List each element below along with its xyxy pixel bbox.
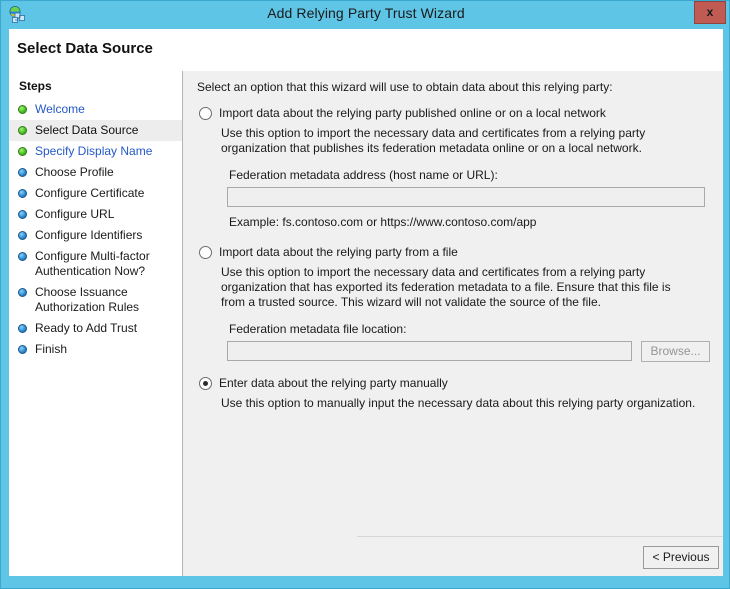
description-import-file: Use this option to import the necessary … [221,265,671,309]
sidebar-step-label: Select Data Source [35,123,139,137]
step-bullet-blue-icon [18,210,27,219]
radio-label-import-file: Import data about the relying party from… [219,245,458,259]
field-row-metadata-address [227,187,711,207]
sidebar-step-0[interactable]: Welcome [9,99,182,120]
radio-label-import-online: Import data about the relying party publ… [219,106,606,120]
step-bullet-green-icon [18,126,27,135]
steps-heading: Steps [19,79,52,93]
option-manual: Enter data about the relying party manua… [197,376,711,411]
radio-icon-import-file [199,246,212,259]
sidebar-step-label: Choose Profile [35,165,114,179]
sidebar-step-3: Choose Profile [9,162,182,183]
step-bullet-blue-icon [18,189,27,198]
description-import-online: Use this option to import the necessary … [221,126,646,155]
sidebar-step-1: Select Data Source [9,120,182,141]
radio-import-file[interactable]: Import data about the relying party from… [197,245,711,261]
browse-button[interactable]: Browse... [641,341,710,362]
page-header: Select Data Source [9,29,723,71]
sidebar-step-label: Welcome [35,102,85,116]
hint-metadata-address: Example: fs.contoso.com or https://www.c… [229,215,537,229]
sidebar-step-label: Choose Issuance Authorization Rules [35,285,140,314]
dialog-footer: < Previous Next > Cancel [357,536,723,576]
sidebar-step-label: Finish [35,342,68,356]
wizard-body: Steps Welcome Select Data Source Specify D… [9,71,723,576]
instruction-text: Select an option that this wizard will u… [197,80,613,94]
wizard-window: Add Relying Party Trust Wizard x Select … [0,0,730,589]
label-metadata-address: Federation metadata address (host name o… [229,168,498,182]
sidebar-step-8: Choose Issuance Authorization Rules [9,282,182,318]
step-bullet-green-icon [18,147,27,156]
step-bullet-blue-icon [18,252,27,261]
field-row-metadata-file: Browse... [227,341,711,362]
radio-icon-import-online [199,107,212,120]
close-button[interactable]: x [694,1,726,24]
steps-sidebar: Steps Welcome Select Data Source Specify D… [9,71,183,576]
sidebar-step-9: Ready to Add Trust [9,318,182,339]
sidebar-step-label: Ready to Add Trust [35,321,138,335]
step-bullet-green-icon [18,105,27,114]
description-manual: Use this option to manually input the ne… [221,396,696,410]
option-import-online: Import data about the relying party publ… [197,106,711,230]
radio-import-online[interactable]: Import data about the relying party publ… [197,106,711,122]
step-bullet-blue-icon [18,231,27,240]
radio-label-manual: Enter data about the relying party manua… [219,376,448,390]
title-bar: Add Relying Party Trust Wizard x [1,1,729,29]
page-title: Select Data Source [17,40,153,57]
sidebar-step-label: Specify Display Name [35,144,153,158]
sidebar-step-4: Configure Certificate [9,183,182,204]
sidebar-step-5: Configure URL [9,204,182,225]
content-panel: Select an option that this wizard will u… [183,71,723,576]
sidebar-step-label: Configure Identifiers [35,228,143,242]
footer-buttons: < Previous Next > Cancel [643,546,723,569]
radio-icon-manual [199,377,212,390]
window-title: Add Relying Party Trust Wizard [267,5,465,21]
metadata-file-input[interactable] [227,341,632,361]
steps-list: Welcome Select Data Source Specify Display… [9,99,182,360]
sidebar-step-label: Configure Multi-factor Authentication No… [35,249,150,278]
previous-button[interactable]: < Previous [643,546,719,569]
sidebar-step-6: Configure Identifiers [9,225,182,246]
step-bullet-blue-icon [18,345,27,354]
content-inner: Select an option that this wizard will u… [183,71,723,542]
sidebar-step-label: Configure Certificate [35,186,145,200]
sidebar-step-label: Configure URL [35,207,115,221]
radio-manual[interactable]: Enter data about the relying party manua… [197,376,711,392]
option-import-file: Import data about the relying party from… [197,245,711,362]
step-bullet-blue-icon [18,168,27,177]
label-metadata-file: Federation metadata file location: [229,322,407,336]
sidebar-step-7: Configure Multi-factor Authentication No… [9,246,182,282]
sidebar-step-10: Finish [9,339,182,360]
sidebar-step-2[interactable]: Specify Display Name [9,141,182,162]
metadata-address-input[interactable] [227,187,705,207]
step-bullet-blue-icon [18,288,27,297]
step-bullet-blue-icon [18,324,27,333]
